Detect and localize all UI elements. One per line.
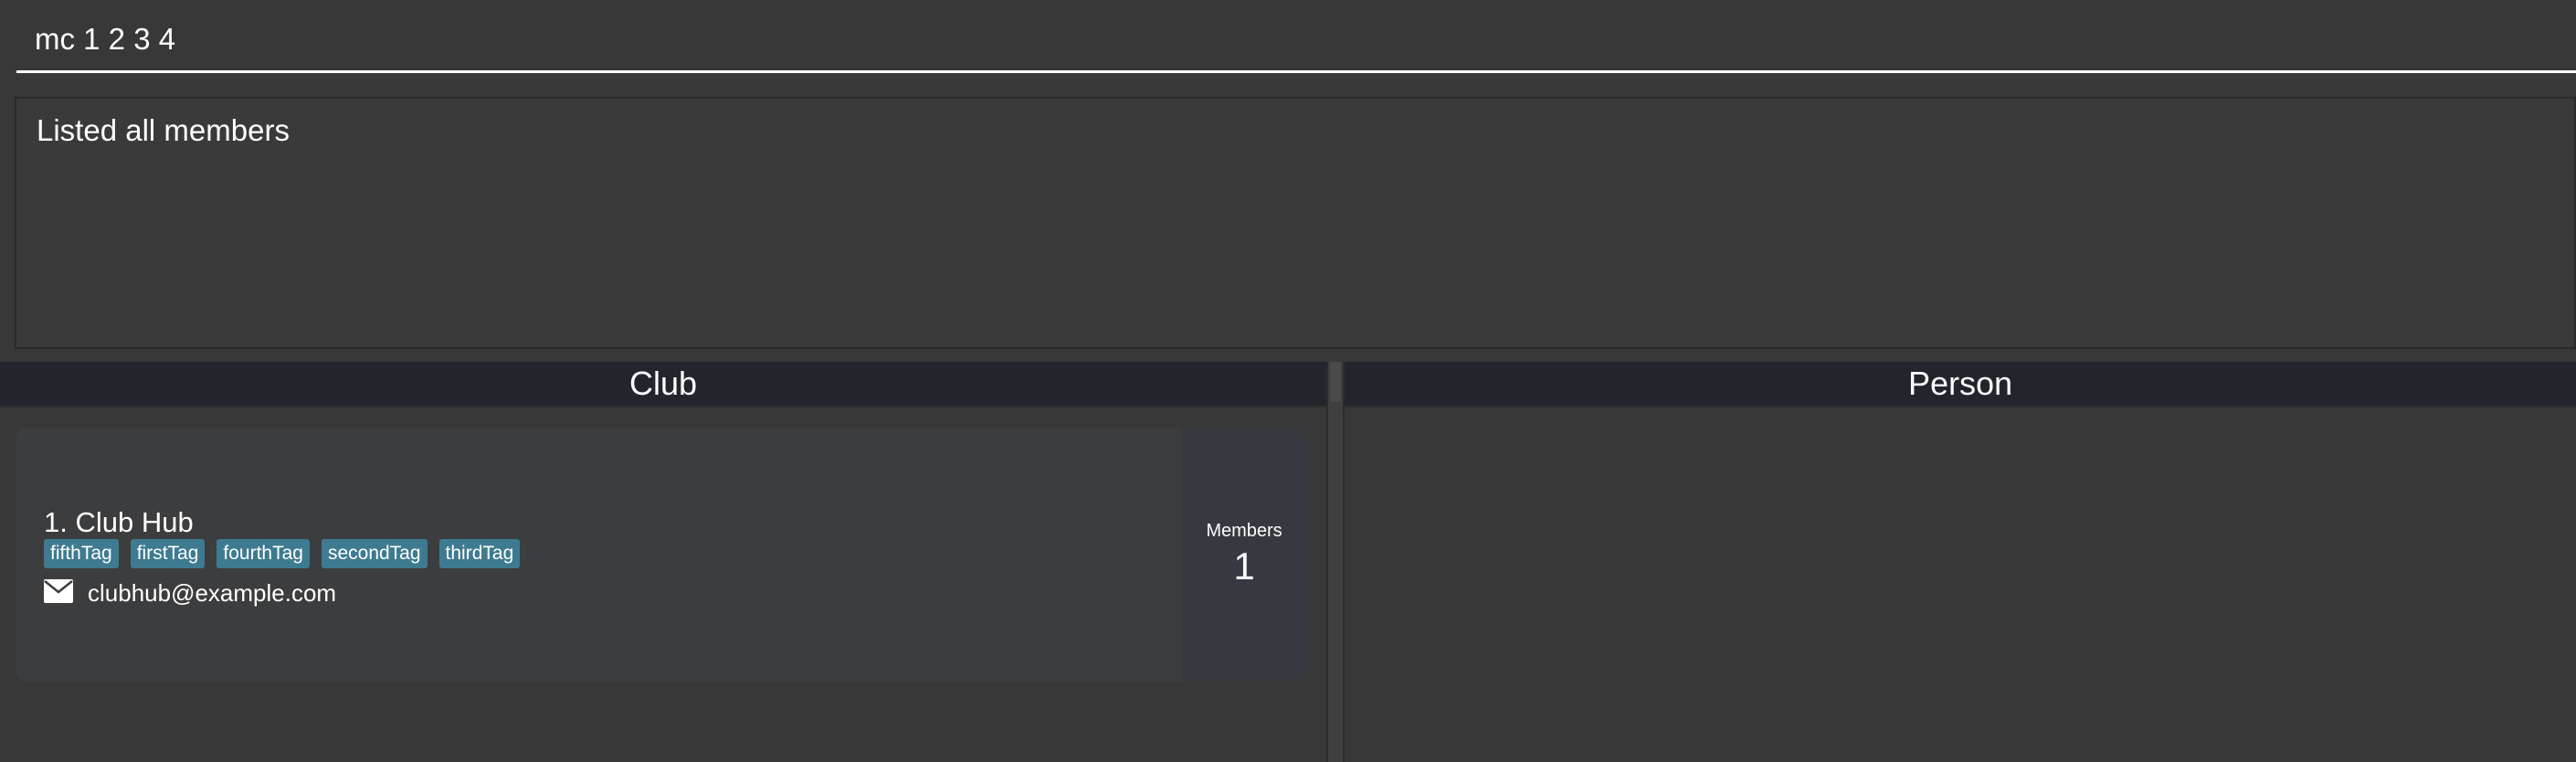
members-count: 1 [1233, 545, 1255, 587]
club-name: 1. Club Hub [44, 506, 194, 538]
command-box [16, 0, 2576, 73]
club-panel-header: Club [0, 362, 1326, 406]
club-email: clubhub@example.com [88, 579, 337, 607]
club-tag: fifthTag [44, 539, 119, 568]
person-panel-header: Person [1345, 362, 2576, 406]
members-summary: Members 1 [1182, 428, 1306, 682]
split-pane-divider[interactable] [1326, 362, 1345, 762]
club-header-separator [0, 406, 1326, 407]
person-header-separator [1345, 406, 2576, 407]
club-tag: thirdTag [438, 539, 521, 568]
divider-handle[interactable] [1330, 362, 1341, 402]
club-email-row: clubhub@example.com [44, 579, 336, 608]
command-input[interactable] [35, 16, 2501, 62]
club-card[interactable]: 1. Club Hub fifthTag firstTag fourthTag … [16, 428, 1306, 682]
result-display: Listed all members [15, 97, 2576, 349]
club-tag: secondTag [321, 539, 428, 568]
members-label: Members [1206, 521, 1283, 541]
person-panel-title: Person [1907, 365, 2013, 402]
club-tag: firstTag [130, 539, 206, 568]
club-tag: fourthTag [216, 539, 310, 568]
result-message: Listed all members [37, 113, 290, 147]
envelope-icon [44, 579, 73, 608]
club-panel-title: Club [628, 365, 698, 402]
club-tags: fifthTag firstTag fourthTag secondTag th… [44, 539, 521, 568]
